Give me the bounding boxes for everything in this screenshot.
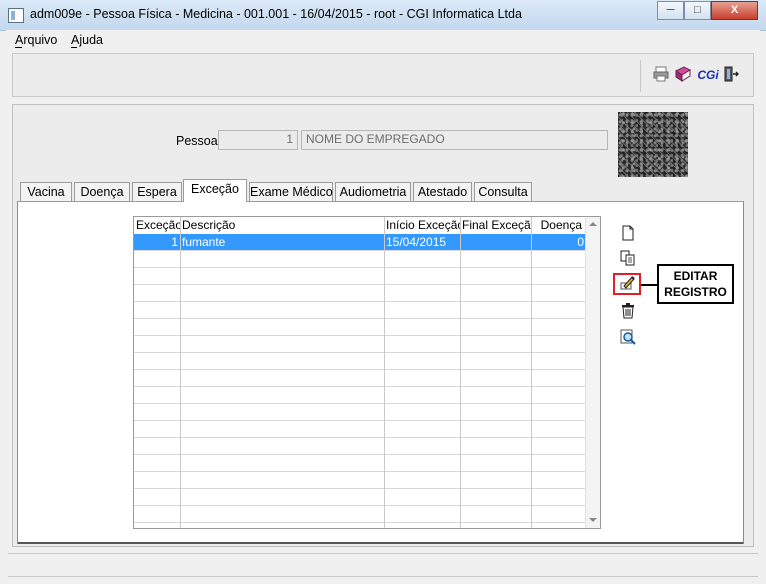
- menu-ajuda[interactable]: Ajuda: [71, 33, 103, 47]
- cell-inicio: 15/04/2015: [386, 235, 447, 249]
- callout-line-2: REGISTRO: [664, 285, 727, 299]
- table-row[interactable]: [134, 268, 586, 285]
- table-row[interactable]: [134, 421, 586, 438]
- minimize-button[interactable]: ─: [657, 1, 684, 20]
- app-icon: [8, 8, 24, 23]
- callout-connector: [641, 284, 658, 286]
- new-document-icon[interactable]: [618, 225, 638, 245]
- table-row[interactable]: [134, 438, 586, 455]
- table-row[interactable]: [134, 302, 586, 319]
- edit-icon[interactable]: [618, 274, 638, 294]
- tab-doenca[interactable]: Doença: [74, 182, 130, 201]
- close-button[interactable]: X: [711, 1, 758, 20]
- tab-vacina[interactable]: Vacina: [20, 182, 72, 201]
- table-row[interactable]: [134, 336, 586, 353]
- table-row[interactable]: [134, 455, 586, 472]
- table-row[interactable]: [134, 370, 586, 387]
- table-row[interactable]: [134, 387, 586, 404]
- book-icon[interactable]: [674, 66, 692, 84]
- pessoa-label: Pessoa:: [176, 134, 222, 148]
- column-header-excecao[interactable]: Exceção: [136, 217, 180, 234]
- tab-atestado[interactable]: Atestado: [413, 182, 472, 201]
- maximize-button[interactable]: □: [684, 1, 711, 20]
- mnemonic-underline: [15, 47, 22, 48]
- table-row[interactable]: 1 fumante 15/04/2015 0: [134, 234, 586, 251]
- column-divider: [531, 217, 532, 528]
- column-divider: [460, 217, 461, 528]
- grid-vertical-scrollbar[interactable]: [585, 217, 600, 528]
- cell-descricao: fumante: [182, 235, 226, 249]
- menu-ajuda-label: Ajuda: [71, 33, 103, 47]
- printer-icon[interactable]: [652, 66, 670, 84]
- tab-audiometria[interactable]: Audiometria: [335, 182, 411, 201]
- table-row[interactable]: [134, 319, 586, 336]
- scroll-down-arrow[interactable]: [589, 518, 597, 522]
- table-row[interactable]: [134, 472, 586, 489]
- tab-excecao[interactable]: Exceção: [183, 179, 247, 202]
- grid-header: Exceção Descrição Início Exceção Final E…: [134, 217, 586, 234]
- column-divider: [180, 217, 181, 528]
- cell-excecao: 1: [171, 235, 178, 249]
- column-header-final[interactable]: Final Exceção: [462, 217, 532, 234]
- window-title: adm009e - Pessoa Física - Medicina - 001…: [30, 7, 522, 21]
- employee-photo: [618, 112, 688, 177]
- callout-line-1: EDITAR: [673, 269, 718, 283]
- column-header-descricao[interactable]: Descrição: [182, 217, 382, 234]
- exit-door-icon[interactable]: [722, 66, 740, 84]
- toolbar-separator: [640, 60, 641, 92]
- excecao-grid[interactable]: Exceção Descrição Início Exceção Final E…: [133, 216, 601, 529]
- table-row[interactable]: [134, 251, 586, 268]
- toolbar-panel: [12, 53, 754, 97]
- mnemonic-underline: [71, 47, 77, 48]
- menu-bar: [6, 30, 760, 50]
- copy-icon[interactable]: [618, 250, 638, 270]
- cell-doenca: 0: [577, 235, 584, 249]
- tab-consulta[interactable]: Consulta: [474, 182, 532, 201]
- column-divider: [384, 217, 385, 528]
- column-header-inicio[interactable]: Início Exceção: [386, 217, 460, 234]
- column-header-doenca[interactable]: Doença: [534, 217, 584, 234]
- table-row[interactable]: [134, 353, 586, 370]
- table-row[interactable]: [134, 404, 586, 421]
- delete-icon[interactable]: [618, 303, 638, 323]
- table-row[interactable]: [134, 489, 586, 506]
- table-row[interactable]: [134, 506, 586, 523]
- pessoa-name-field[interactable]: NOME DO EMPREGADO: [301, 130, 608, 150]
- menu-arquivo-label: Arquivo: [15, 33, 58, 47]
- status-bar: [8, 553, 758, 577]
- tab-exame-medico[interactable]: Exame Médico: [249, 182, 333, 201]
- scroll-up-arrow[interactable]: [589, 222, 597, 226]
- pessoa-code-field[interactable]: 1: [218, 130, 298, 150]
- tab-espera[interactable]: Espera: [132, 182, 182, 201]
- table-row[interactable]: [134, 285, 586, 302]
- search-icon[interactable]: [618, 329, 638, 349]
- cell-final: [460, 234, 531, 250]
- cgi-logo-icon[interactable]: CGi: [697, 66, 719, 84]
- edit-record-callout: EDITAR REGISTRO: [657, 264, 734, 304]
- table-row[interactable]: [134, 523, 586, 528]
- menu-arquivo[interactable]: Arquivo: [15, 33, 57, 47]
